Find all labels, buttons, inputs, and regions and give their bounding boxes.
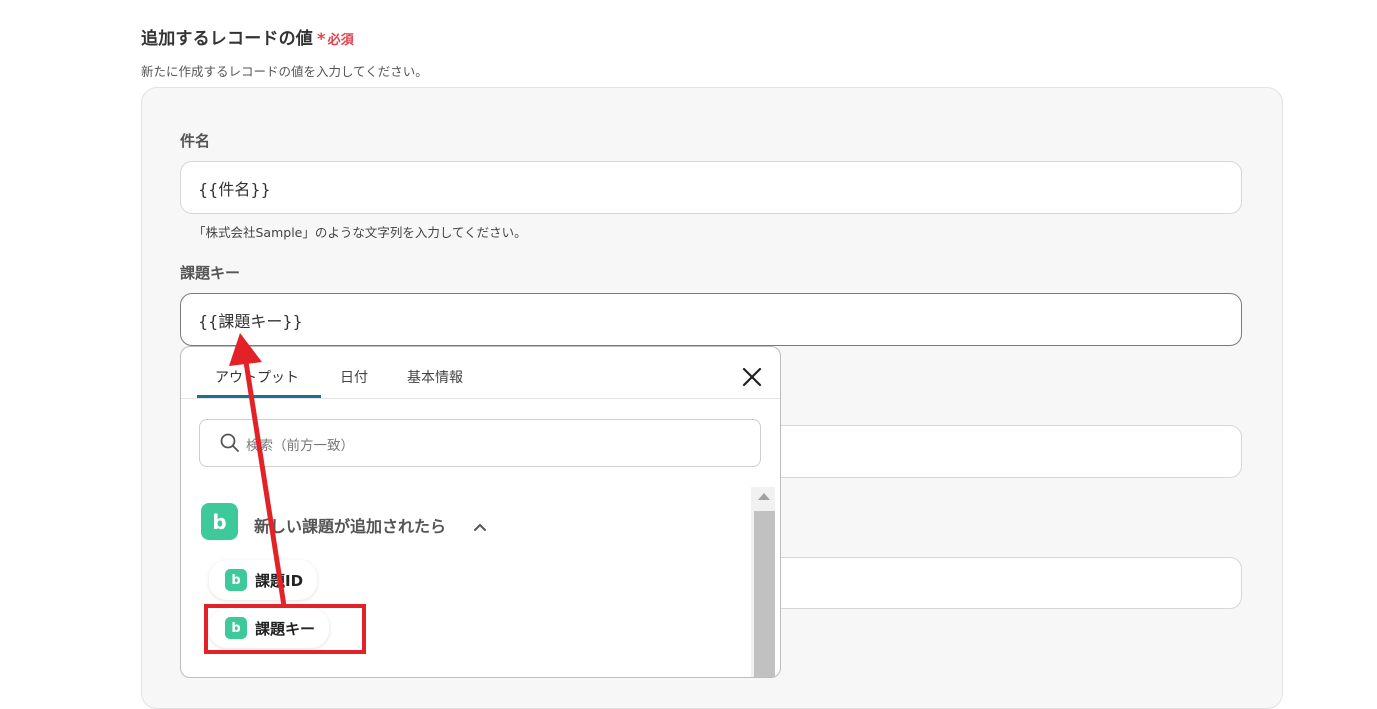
annotation-arrow xyxy=(229,333,287,607)
